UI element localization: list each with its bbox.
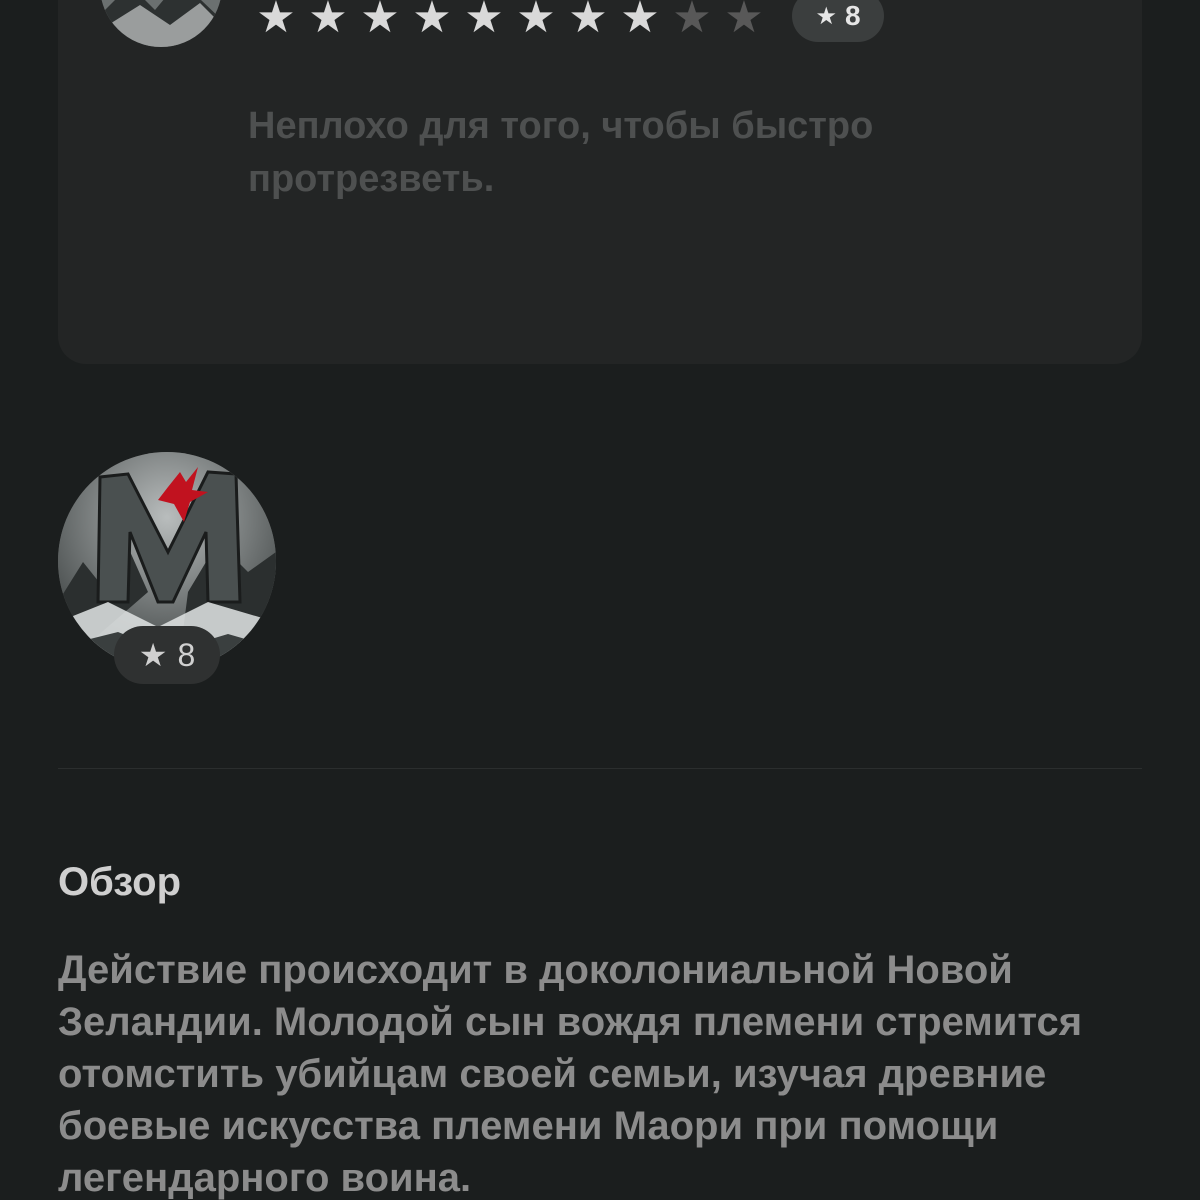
overview-text: Действие происходит в доколониальной Нов… bbox=[58, 948, 1083, 1200]
star-icon[interactable]: ★ bbox=[250, 0, 302, 42]
star-icon[interactable]: ★ bbox=[562, 0, 614, 42]
star-icon: ★ bbox=[815, 2, 837, 30]
star-icon[interactable]: ★ bbox=[666, 0, 718, 42]
star-icon: ★ bbox=[138, 637, 168, 673]
movie-page: ★ ★ ★ ★ ★ ★ ★ ★ ★ ★ ★ 8 Неплохо для того, чтобы б… bbox=[0, 0, 1200, 1200]
star-icon[interactable]: ★ bbox=[302, 0, 354, 42]
star-icon[interactable]: ★ bbox=[458, 0, 510, 42]
star-icon[interactable]: ★ bbox=[614, 0, 666, 42]
review-text: Неплохо для того, чтобы быстро протрезве… bbox=[248, 105, 874, 200]
divider bbox=[58, 768, 1142, 769]
star-icon[interactable]: ★ bbox=[354, 0, 406, 42]
user-rating-badge: ★ 8 bbox=[114, 626, 220, 684]
star-icon[interactable]: ★ bbox=[718, 0, 770, 42]
star-icon[interactable]: ★ bbox=[406, 0, 458, 42]
review-score-badge: ★ 8 bbox=[792, 0, 884, 42]
user-rating-value: 8 bbox=[177, 636, 196, 673]
star-icon[interactable]: ★ bbox=[510, 0, 562, 42]
review-score-value: 8 bbox=[844, 0, 861, 31]
rating-stars[interactable]: ★ ★ ★ ★ ★ ★ ★ ★ ★ ★ bbox=[250, 0, 770, 42]
overview-title: Обзор bbox=[58, 860, 182, 904]
